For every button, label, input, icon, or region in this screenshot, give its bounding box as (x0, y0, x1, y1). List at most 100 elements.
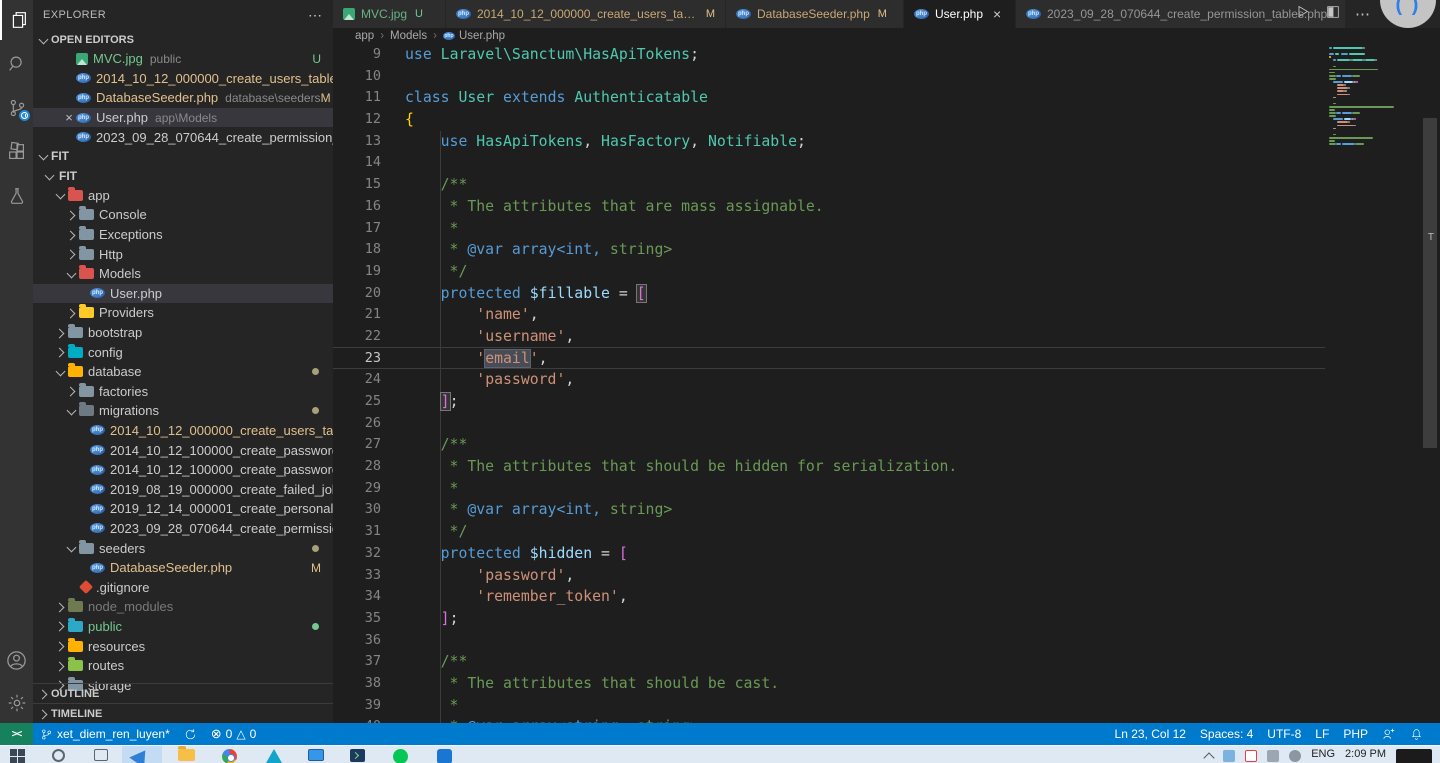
language-indicator[interactable]: ENG (1311, 748, 1335, 760)
tab-databaseseeder-php[interactable]: phpDatabaseSeeder.phpM (726, 0, 904, 28)
search-icon[interactable] (0, 44, 33, 84)
tray-expand-icon[interactable] (1204, 752, 1215, 763)
drive-app-icon[interactable] (266, 749, 288, 763)
explorer-icon[interactable] (0, 0, 33, 40)
php-file-icon: php (736, 9, 751, 19)
split-editor-button[interactable] (1325, 4, 1341, 25)
indentation[interactable]: Spaces: 4 (1193, 723, 1260, 745)
account-icon[interactable] (0, 640, 33, 680)
tree-item[interactable]: .gitignore (33, 577, 333, 597)
php-file-icon: php (914, 9, 929, 19)
tree-item-label: DatabaseSeeder.php (110, 560, 232, 575)
breadcrumb-item[interactable]: Models (390, 30, 427, 42)
open-editor-item[interactable]: phpDatabaseSeeder.phpdatabase\seedersM (33, 88, 333, 108)
tray-icon-1[interactable] (1223, 750, 1235, 762)
tree-item[interactable]: phpDatabaseSeeder.phpM (33, 558, 333, 578)
tree-item-label: routes (88, 658, 124, 673)
open-editor-item[interactable]: php2014_10_12_000000_create_users_table.… (33, 69, 333, 89)
tree-item[interactable]: routes (33, 656, 333, 676)
tray-volume-icon[interactable] (1289, 750, 1301, 762)
tree-item[interactable]: php2014_10_12_000000_create_users_tab...… (33, 421, 333, 441)
encoding[interactable]: UTF-8 (1260, 723, 1308, 745)
tree-item[interactable]: bootstrap (33, 323, 333, 343)
tree-item[interactable]: Http (33, 244, 333, 264)
code-editor[interactable]: 9101112131415161718192021222324252627282… (333, 44, 1440, 723)
tree-item[interactable]: php2019_12_14_000001_create_personal_acc… (33, 499, 333, 519)
tree-item-label: config (88, 345, 123, 360)
tree-item[interactable]: Models (33, 264, 333, 284)
section-outline[interactable]: OUTLINE (33, 683, 333, 703)
settings-gear-icon[interactable] (0, 683, 33, 723)
breadcrumb-item[interactable]: app (355, 30, 374, 42)
chevron-down-icon (37, 33, 51, 47)
chrome-icon[interactable] (222, 749, 244, 763)
tab-mvc-jpg[interactable]: MVC.jpgU (333, 0, 446, 28)
testing-icon[interactable] (0, 176, 33, 216)
tray-keyboard-icon[interactable] (1267, 750, 1279, 762)
extensions-icon[interactable] (0, 132, 33, 172)
tab-user-php[interactable]: phpUser.php× (904, 0, 1016, 28)
pinned-app-active-icon[interactable] (132, 749, 154, 763)
file-explorer-icon[interactable] (178, 749, 200, 763)
tree-item[interactable]: config (33, 342, 333, 362)
start-button[interactable] (10, 749, 32, 763)
section-root-folder[interactable]: FIT (33, 147, 333, 166)
minimap[interactable] (1325, 44, 1420, 723)
tree-item[interactable]: database (33, 362, 333, 382)
code-line: * @var array<string, string> (333, 716, 1325, 723)
tree-item[interactable]: phpUser.php (33, 284, 333, 304)
code-line: /** (333, 434, 1325, 456)
run-button[interactable] (1294, 3, 1311, 25)
tree-item[interactable]: node_modules (33, 597, 333, 617)
folder-icon (79, 405, 94, 416)
explorer-more-icon[interactable]: ⋯ (308, 7, 323, 24)
language-mode[interactable]: PHP (1336, 723, 1375, 745)
messenger-app-icon[interactable] (393, 749, 415, 763)
problems-item[interactable]: ⊗ 0 △ 0 (204, 723, 264, 745)
tree-item[interactable]: resources (33, 636, 333, 656)
task-view-icon[interactable] (94, 749, 116, 763)
git-branch-item[interactable]: xet_diem_ren_luyen* (33, 723, 177, 745)
open-editor-item[interactable]: php2023_09_28_070644_create_permission_t… (33, 127, 333, 147)
tree-item[interactable]: app (33, 186, 333, 206)
monitor-app-icon[interactable] (308, 749, 330, 763)
scrollbar-thumb[interactable] (1423, 118, 1437, 448)
minimap-line (1348, 87, 1350, 89)
tree-item[interactable]: Providers (33, 303, 333, 323)
editor-scrollbar[interactable]: T (1420, 44, 1440, 723)
clock[interactable]: 2:09 PM (1345, 748, 1386, 760)
tray-widget[interactable] (1396, 749, 1432, 763)
tree-item[interactable]: Exceptions (33, 225, 333, 245)
sync-button[interactable] (177, 723, 204, 745)
section-timeline[interactable]: TIMELINE (33, 703, 333, 723)
eol-sequence[interactable]: LF (1308, 723, 1336, 745)
tree-item[interactable]: php2014_10_12_100000_create_password_res… (33, 440, 333, 460)
section-open-editors[interactable]: OPEN EDITORS (33, 30, 333, 49)
tree-item[interactable]: factories (33, 382, 333, 402)
tree-item[interactable]: migrations (33, 401, 333, 421)
editor-group: MVC.jpgUphp2014_10_12_000000_create_user… (333, 0, 1440, 723)
more-actions-button[interactable]: ⋯ (1355, 5, 1370, 23)
tree-item[interactable]: seeders (33, 538, 333, 558)
php-file-icon: php (76, 93, 91, 103)
terminal-app-icon[interactable] (350, 749, 372, 763)
taskbar-search-icon[interactable] (52, 749, 74, 763)
cursor-position[interactable]: Ln 23, Col 12 (1108, 723, 1193, 745)
tree-item[interactable]: php2023_09_28_070644_create_permission_t… (33, 519, 333, 539)
tab-2014-10-12-000000-create-users[interactable]: php2014_10_12_000000_create_users_table.… (446, 0, 726, 28)
tree-item[interactable]: FIT (33, 166, 333, 186)
breadcrumb-item[interactable]: User.php (459, 30, 505, 42)
tree-item-label: FIT (59, 169, 77, 183)
remote-indicator[interactable]: >< (0, 723, 33, 745)
tree-item[interactable]: Console (33, 205, 333, 225)
notifications-bell-icon[interactable] (1403, 723, 1430, 745)
tree-item[interactable]: public (33, 617, 333, 637)
tree-item[interactable]: php2014_10_12_100000_create_password_res… (33, 460, 333, 480)
tray-mail-icon[interactable] (1245, 750, 1257, 762)
feedback-icon[interactable] (1375, 723, 1403, 745)
open-editor-item[interactable]: MVC.jpgpublicU (33, 49, 333, 69)
blue-app-icon[interactable] (437, 749, 459, 763)
open-editor-item[interactable]: ×phpUser.phpapp\Models (33, 108, 333, 128)
tree-item[interactable]: php2019_08_19_000000_create_failed_jobs_… (33, 479, 333, 499)
source-control-icon[interactable] (0, 88, 33, 128)
